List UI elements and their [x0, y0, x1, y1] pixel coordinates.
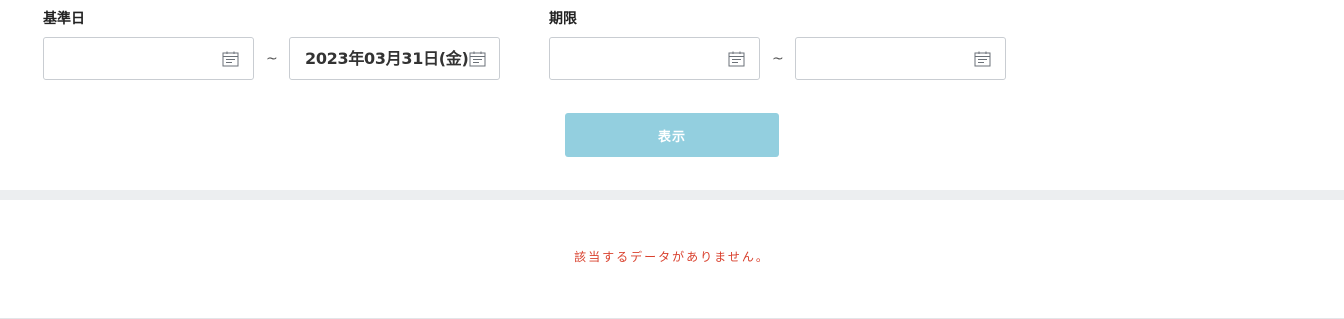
- deadline-label: 期限: [549, 11, 577, 27]
- deadline-range-separator: ~: [772, 51, 784, 67]
- calendar-icon[interactable]: [728, 51, 745, 67]
- no-data-message: 該当するデータがありません。: [574, 250, 770, 264]
- base-date-from-field[interactable]: [43, 37, 254, 80]
- calendar-icon[interactable]: [974, 51, 991, 67]
- base-date-label: 基準日: [43, 11, 85, 27]
- base-date-range-separator: ~: [266, 51, 278, 67]
- section-divider: [0, 190, 1344, 200]
- calendar-icon[interactable]: [469, 51, 486, 67]
- base-date-to-field[interactable]: 2023年03月31日(金): [289, 37, 500, 80]
- filter-panel: 基準日 ~ 2023年03月31日(金) 期限 ~ 表示: [0, 0, 1344, 190]
- base-date-to-value: 2023年03月31日(金): [305, 49, 469, 68]
- show-button[interactable]: 表示: [565, 113, 779, 157]
- deadline-to-field[interactable]: [795, 37, 1006, 80]
- calendar-icon[interactable]: [222, 51, 239, 67]
- results-panel: 該当するデータがありません。: [0, 200, 1344, 319]
- deadline-from-field[interactable]: [549, 37, 760, 80]
